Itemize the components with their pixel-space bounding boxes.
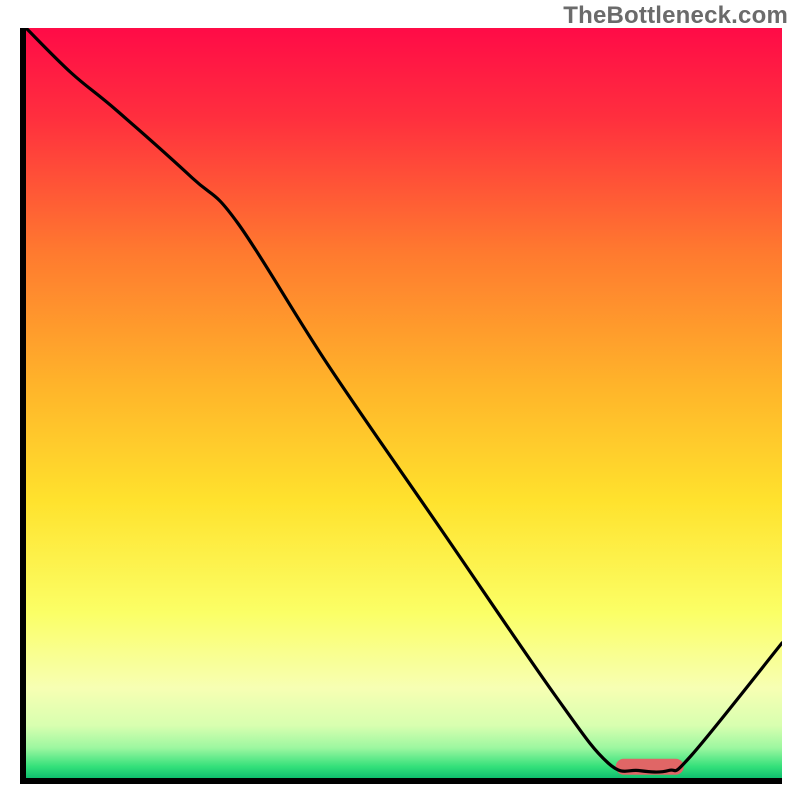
bottleneck-curve xyxy=(26,28,782,778)
plot-area xyxy=(26,28,782,778)
watermark-label: TheBottleneck.com xyxy=(563,2,788,30)
chart-container: TheBottleneck.com xyxy=(0,0,800,800)
